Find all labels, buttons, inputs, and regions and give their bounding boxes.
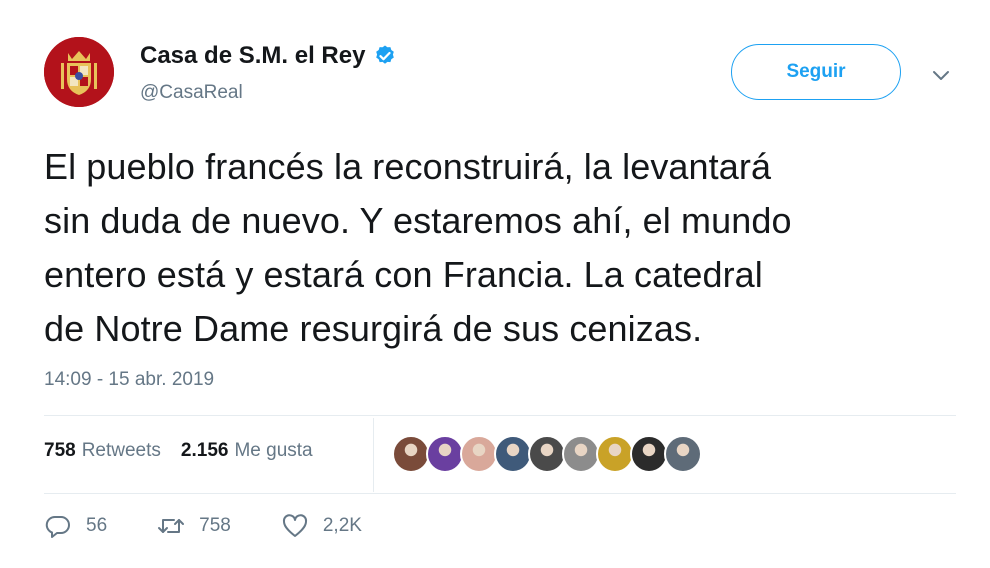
likes-count[interactable]: 2.156 [181, 440, 229, 462]
liker-avatar[interactable] [596, 435, 634, 473]
liker-avatar[interactable] [630, 435, 668, 473]
reply-icon [45, 515, 70, 538]
tweet-actions: 56 758 2,2K [44, 512, 362, 540]
royal-crest-icon [44, 37, 114, 107]
reply-count: 56 [86, 515, 108, 536]
liker-avatar[interactable] [664, 435, 702, 473]
retweet-button[interactable]: 758 [157, 512, 231, 540]
display-name[interactable]: Casa de S.M. el Rey [140, 42, 365, 70]
retweets-label[interactable]: Retweets [82, 440, 161, 462]
tweet-timestamp[interactable]: 14:09 - 15 abr. 2019 [44, 369, 214, 391]
reply-button[interactable]: 56 [44, 512, 107, 540]
likes-label[interactable]: Me gusta [234, 440, 312, 462]
liker-avatars [392, 435, 702, 473]
divider [44, 493, 956, 494]
avatar[interactable] [44, 37, 114, 107]
divider [44, 415, 956, 416]
like-count: 2,2K [322, 515, 362, 536]
stats-separator [373, 418, 374, 492]
liker-avatar[interactable] [426, 435, 464, 473]
liker-avatar[interactable] [392, 435, 430, 473]
tweet-stats: 758 Retweets 2.156 Me gusta [44, 440, 313, 462]
liker-avatar[interactable] [562, 435, 600, 473]
tweet-text: El pueblo francés la reconstruirá, la le… [44, 146, 792, 349]
liker-avatar[interactable] [494, 435, 532, 473]
follow-button[interactable]: Seguir [731, 44, 901, 100]
retweet-icon [158, 519, 185, 533]
like-button[interactable]: 2,2K [281, 512, 362, 540]
liker-avatar[interactable] [460, 435, 498, 473]
retweet-count: 758 [199, 515, 231, 536]
heart-icon [282, 514, 307, 537]
retweets-count[interactable]: 758 [44, 440, 76, 462]
liker-avatar[interactable] [528, 435, 566, 473]
user-handle[interactable]: @CasaReal [140, 82, 243, 104]
user-name-row: Casa de S.M. el Rey [140, 42, 397, 70]
chevron-down-icon[interactable] [930, 64, 952, 86]
verified-badge-icon [376, 45, 395, 64]
